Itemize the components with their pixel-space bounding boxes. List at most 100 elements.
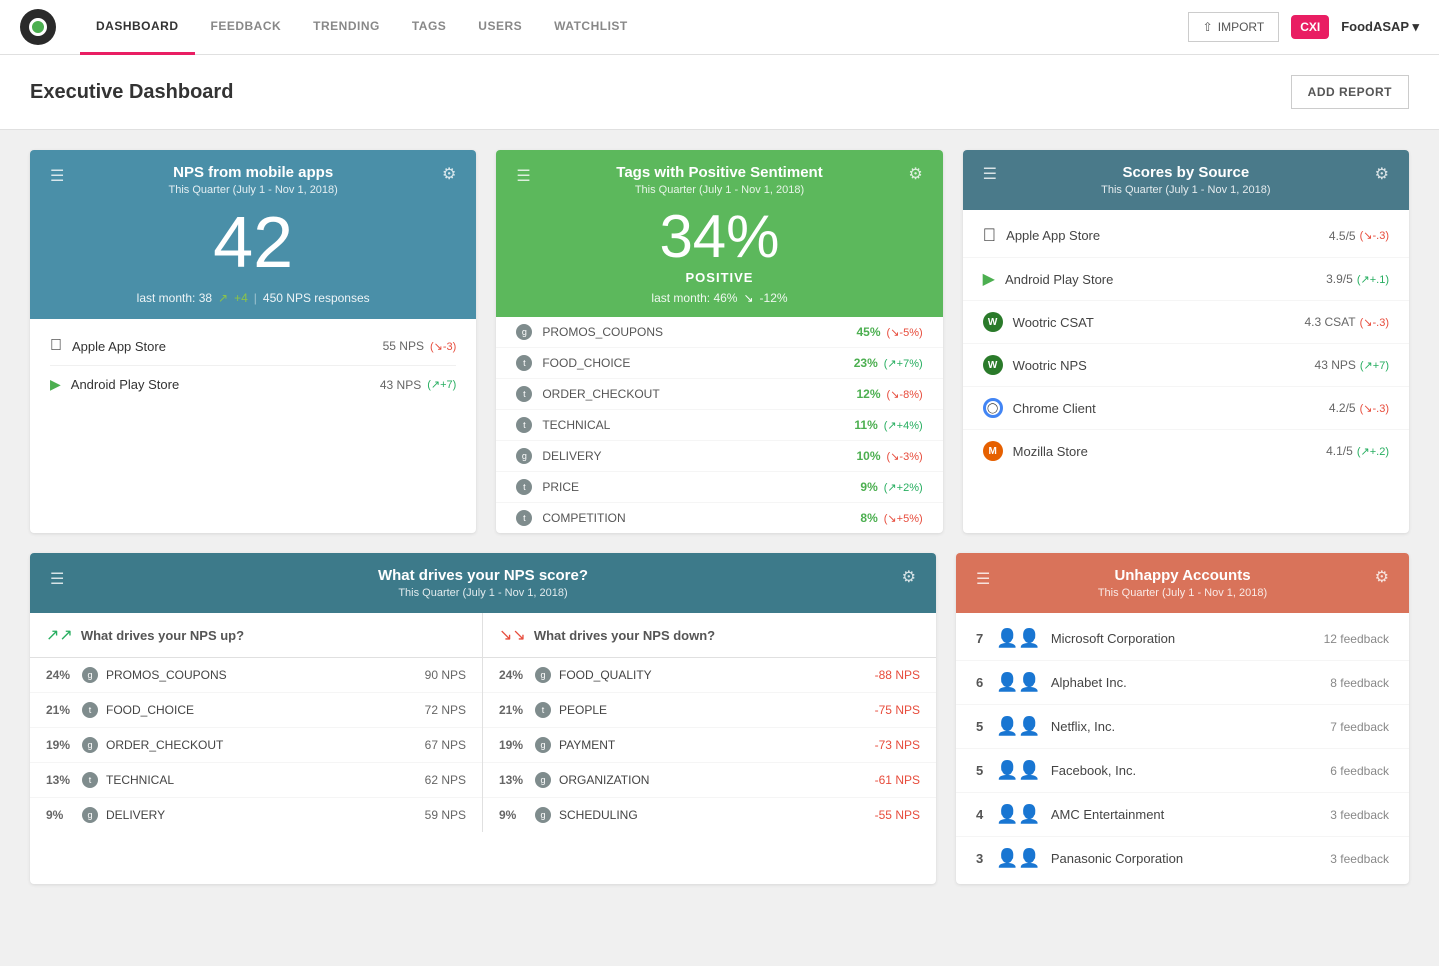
tag-change-1: (↗+7%) [884, 357, 923, 370]
nav-links: DASHBOARD FEEDBACK TRENDING TAGS USERS W… [80, 0, 644, 55]
tag-row-1: t FOOD_CHOICE 23% (↗+7%) [496, 348, 942, 379]
row-1: ☰ NPS from mobile apps This Quarter (Jul… [30, 150, 1409, 533]
nav-tags[interactable]: TAGS [396, 0, 462, 55]
logo[interactable] [20, 9, 56, 45]
score-row-mozilla: M Mozilla Store 4.1/5 (↗+.2) [963, 430, 1409, 472]
score-android-val: 3.9/5 [1326, 272, 1353, 286]
nps-sources-list:  Apple App Store 55 NPS (↘-3) ▶ Android… [30, 319, 476, 411]
tag-pct-3: 11% [854, 418, 877, 432]
tag-icon-0: g [516, 324, 532, 340]
driver-up-row-1: 21% t FOOD_CHOICE 72 NPS [30, 693, 482, 728]
tag-row-6: t COMPETITION 8% (↘+5%) [496, 503, 942, 533]
driver-up-row-3: 13% t TECHNICAL 62 NPS [30, 763, 482, 798]
tag-change-3: (↗+4%) [884, 419, 923, 432]
unhappy-row-4: 4 👤👤 AMC Entertainment 3 feedback [956, 793, 1409, 837]
nps-big-number: 42 [50, 204, 456, 283]
score-chrome-name: Chrome Client [1013, 401, 1329, 416]
tag-change-2: (↘-8%) [887, 388, 923, 401]
score-chrome-icon: ◯ [983, 398, 1003, 418]
score-wnps-val: 43 NPS [1315, 358, 1356, 372]
scores-card: ☰ Scores by Source This Quarter (July 1 … [963, 150, 1409, 533]
drivers-gear-icon[interactable]: ⚙ [902, 567, 916, 587]
tag-pct-6: 8% [860, 511, 877, 525]
tag-pct-5: 9% [860, 480, 877, 494]
nps-source-apple:  Apple App Store 55 NPS (↘-3) [50, 327, 456, 366]
tags-list: g PROMOS_COUPONS 45% (↘-5%) t FOOD_CHOIC… [496, 317, 942, 533]
score-chrome-val: 4.2/5 [1329, 401, 1356, 415]
driver-up-row-0: 24% g PROMOS_COUPONS 90 NPS [30, 658, 482, 693]
score-play-icon: ▶ [983, 269, 995, 289]
score-apple-change: (↘-.3) [1360, 229, 1389, 242]
tags-card-subtitle: This Quarter (July 1 - Nov 1, 2018) [531, 184, 909, 196]
score-chrome-change: (↘-.3) [1360, 402, 1389, 415]
tags-gear-icon[interactable]: ⚙ [908, 164, 922, 184]
tag-icon-3: t [516, 417, 532, 433]
tags-filter-icon: ☰ [516, 166, 530, 186]
import-button[interactable]: ⇧ IMPORT [1188, 12, 1280, 42]
score-row-apple:  Apple App Store 4.5/5 (↘-.3) [963, 214, 1409, 258]
score-mozilla-name: Mozilla Store [1013, 444, 1326, 459]
scores-filter-icon: ☰ [983, 164, 997, 184]
unhappy-row-2: 5 👤👤 Netflix, Inc. 7 feedback [956, 705, 1409, 749]
tag-row-2: t ORDER_CHECKOUT 12% (↘-8%) [496, 379, 942, 410]
driver-up-row-2: 19% g ORDER_CHECKOUT 67 NPS [30, 728, 482, 763]
tag-change-4: (↘-3%) [887, 450, 923, 463]
score-wcsat-change: (↘-.3) [1360, 316, 1389, 329]
nps-card: ☰ NPS from mobile apps This Quarter (Jul… [30, 150, 476, 533]
row-2: ☰ What drives your NPS score? This Quart… [30, 553, 1409, 884]
tags-meta: last month: 46% ↘ -12% [496, 291, 942, 317]
score-mozilla-icon: M [983, 441, 1003, 461]
driver-down-row-1: 21% t PEOPLE -75 NPS [483, 693, 936, 728]
nps-meta: last month: 38 ↗ +4 | 450 NPS responses [50, 291, 456, 319]
drivers-card-title: What drives your NPS score? [64, 567, 901, 584]
scores-list:  Apple App Store 4.5/5 (↘-.3) ▶ Android… [963, 210, 1409, 476]
tag-row-0: g PROMOS_COUPONS 45% (↘-5%) [496, 317, 942, 348]
org-selector[interactable]: FoodASAP ▾ [1341, 19, 1419, 35]
android-change: (↗+7) [427, 378, 456, 391]
tag-pct-0: 45% [857, 325, 881, 339]
tag-row-3: t TECHNICAL 11% (↗+4%) [496, 410, 942, 441]
score-wcsat-val: 4.3 CSAT [1304, 315, 1355, 329]
page-title: Executive Dashboard [30, 81, 233, 104]
unhappy-filter-icon: ☰ [976, 569, 990, 589]
tag-name-0: PROMOS_COUPONS [542, 325, 856, 339]
tag-icon-5: t [516, 479, 532, 495]
tag-row-4: g DELIVERY 10% (↘-3%) [496, 441, 942, 472]
scores-card-subtitle: This Quarter (July 1 - Nov 1, 2018) [997, 184, 1375, 196]
unhappy-list: 7 👤👤 Microsoft Corporation 12 feedback 6… [956, 613, 1409, 884]
score-apple-val: 4.5/5 [1329, 229, 1356, 243]
scores-gear-icon[interactable]: ⚙ [1375, 164, 1389, 184]
add-report-button[interactable]: ADD REPORT [1291, 75, 1409, 109]
drivers-down-col: ↘↘ What drives your NPS down? 24% g FOOD… [483, 613, 936, 832]
unhappy-gear-icon[interactable]: ⚙ [1375, 567, 1389, 587]
tag-icon-6: t [516, 510, 532, 526]
score-mozilla-change: (↗+.2) [1357, 445, 1389, 458]
unhappy-card-subtitle: This Quarter (July 1 - Nov 1, 2018) [990, 587, 1374, 599]
drivers-down-header: ↘↘ What drives your NPS down? [483, 613, 936, 658]
score-android-change: (↗+.1) [1357, 273, 1389, 286]
tag-icon-2: t [516, 386, 532, 402]
tag-name-1: FOOD_CHOICE [542, 356, 853, 370]
unhappy-row-1: 6 👤👤 Alphabet Inc. 8 feedback [956, 661, 1409, 705]
score-wcsat-name: Wootric CSAT [1013, 315, 1305, 330]
nav-dashboard[interactable]: DASHBOARD [80, 0, 195, 55]
drivers-up-label: What drives your NPS up? [81, 628, 244, 643]
tags-big-pct: 34% [496, 204, 942, 270]
nav-watchlist[interactable]: WATCHLIST [538, 0, 644, 55]
nav-feedback[interactable]: FEEDBACK [195, 0, 298, 55]
up-arrow-icon: ↗↗ [46, 625, 73, 645]
tag-pct-4: 10% [857, 449, 881, 463]
main-content: ☰ NPS from mobile apps This Quarter (Jul… [0, 130, 1439, 904]
nps-gear-icon[interactable]: ⚙ [442, 164, 456, 184]
driver-up-row-4: 9% g DELIVERY 59 NPS [30, 798, 482, 832]
nav-users[interactable]: USERS [462, 0, 538, 55]
tag-change-6: (↘+5%) [884, 512, 923, 525]
apple-change: (↘-3) [430, 340, 456, 353]
driver-down-row-4: 9% g SCHEDULING -55 NPS [483, 798, 936, 832]
drivers-filter-icon: ☰ [50, 569, 64, 589]
drivers-down-label: What drives your NPS down? [534, 628, 715, 643]
score-wnps-name: Wootric NPS [1013, 358, 1315, 373]
driver-down-row-3: 13% g ORGANIZATION -61 NPS [483, 763, 936, 798]
nav-trending[interactable]: TRENDING [297, 0, 396, 55]
drivers-card: ☰ What drives your NPS score? This Quart… [30, 553, 936, 884]
